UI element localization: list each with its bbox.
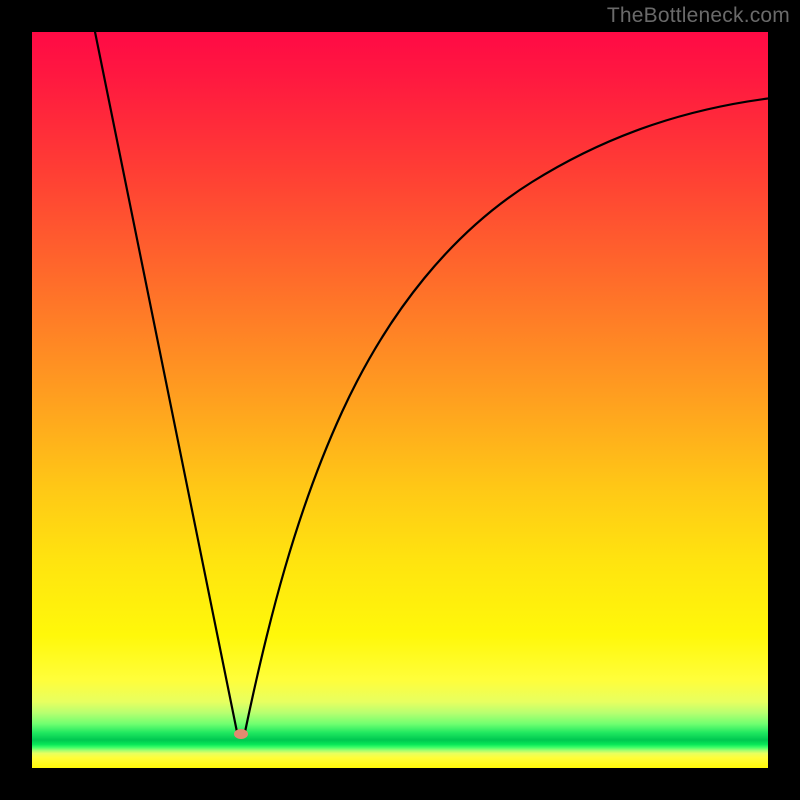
attribution-label: TheBottleneck.com [607, 4, 790, 28]
minimum-marker [234, 729, 248, 739]
curve-right-branch [245, 98, 768, 732]
plot-area [32, 32, 768, 768]
curve-left-branch [93, 32, 237, 732]
chart-frame: TheBottleneck.com [0, 0, 800, 800]
curve-layer [32, 32, 768, 768]
